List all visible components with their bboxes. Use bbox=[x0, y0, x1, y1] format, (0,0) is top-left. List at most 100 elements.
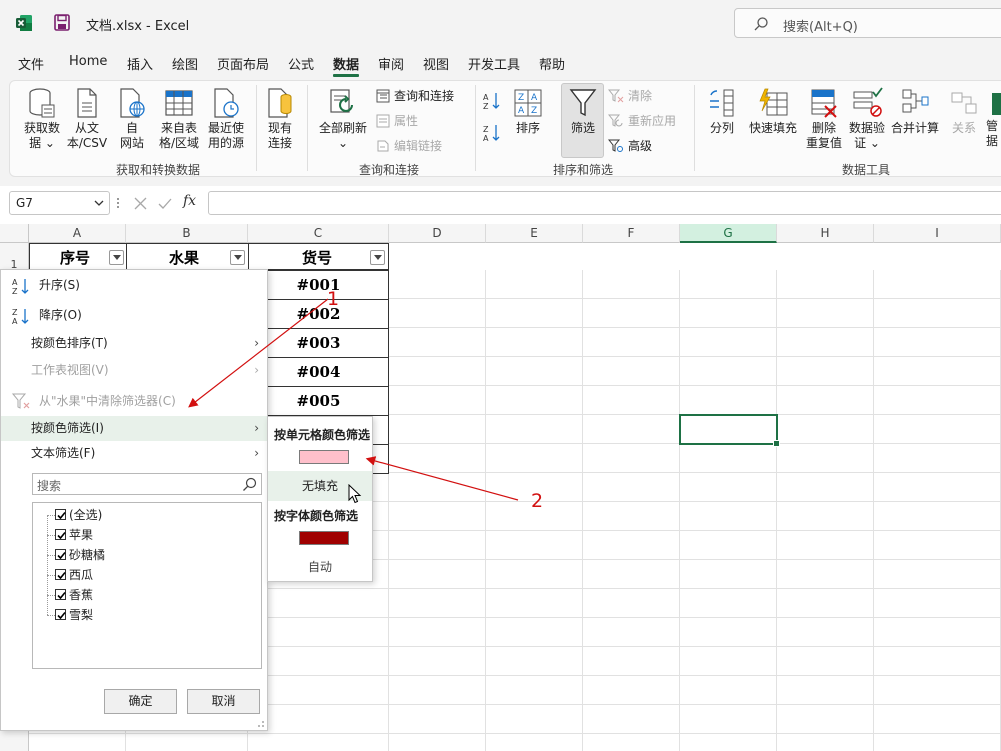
grid-cell[interactable] bbox=[389, 560, 486, 589]
column-header-a[interactable]: A bbox=[29, 224, 126, 243]
column-header-c[interactable]: C bbox=[248, 224, 389, 243]
grid-cell[interactable] bbox=[126, 734, 248, 751]
grid-cell[interactable] bbox=[248, 647, 389, 676]
column-header-e[interactable]: E bbox=[486, 224, 583, 243]
text-to-columns-button[interactable]: 分列 bbox=[702, 87, 742, 136]
grid-cell[interactable] bbox=[680, 328, 777, 357]
grid-cell[interactable] bbox=[389, 589, 486, 618]
grid-cell[interactable] bbox=[486, 618, 583, 647]
from-web-button[interactable]: 自 网站 bbox=[112, 87, 152, 151]
filter-values-list[interactable]: (全选) 苹果 砂糖橘 西瓜 香蕉 雪梨 bbox=[32, 502, 262, 669]
checkbox-checked[interactable] bbox=[55, 589, 66, 600]
grid-cell[interactable] bbox=[248, 618, 389, 647]
manage-data-model-button[interactable]: 管 据 bbox=[986, 87, 1001, 149]
grid-cell[interactable] bbox=[874, 444, 1001, 473]
grid-cell[interactable] bbox=[583, 618, 680, 647]
grid-cell[interactable] bbox=[486, 444, 583, 473]
grid-cell[interactable] bbox=[874, 705, 1001, 734]
grid-cell[interactable] bbox=[680, 589, 777, 618]
grid-cell[interactable] bbox=[583, 299, 680, 328]
sort-za-button[interactable]: ZA bbox=[481, 123, 503, 145]
cancel-icon[interactable] bbox=[134, 197, 147, 210]
select-all-corner[interactable] bbox=[0, 224, 29, 243]
grid-cell[interactable] bbox=[389, 502, 486, 531]
grid-cell[interactable] bbox=[248, 676, 389, 705]
grid-cell[interactable] bbox=[389, 270, 486, 299]
sort-ascending-item[interactable]: AZ 升序(S) bbox=[1, 273, 267, 298]
table-cell-c4[interactable]: #003 bbox=[248, 328, 389, 358]
grid-cell[interactable] bbox=[874, 647, 1001, 676]
remove-duplicates-button[interactable]: 删除 重复值 bbox=[802, 87, 846, 151]
grid-cell[interactable] bbox=[486, 386, 583, 415]
dark-red-font-swatch[interactable] bbox=[299, 531, 349, 545]
sort-button[interactable]: ZAAZ 排序 bbox=[510, 87, 546, 136]
grid-cell[interactable] bbox=[583, 386, 680, 415]
active-cell-g7[interactable] bbox=[679, 414, 780, 447]
consolidate-button[interactable]: 合并计算 bbox=[888, 87, 942, 136]
row-header-1[interactable]: 1 bbox=[0, 243, 29, 271]
advanced-filter-button[interactable]: 高级 bbox=[607, 137, 652, 155]
grid-cell[interactable] bbox=[583, 734, 680, 751]
grid-cell[interactable] bbox=[777, 386, 874, 415]
table-cell-c2[interactable]: #001 bbox=[248, 270, 389, 300]
grid-cell[interactable] bbox=[486, 357, 583, 386]
column-header-d[interactable]: D bbox=[389, 224, 486, 243]
grid-cell[interactable] bbox=[486, 647, 583, 676]
checkbox-checked[interactable] bbox=[55, 509, 66, 520]
grid-cell[interactable] bbox=[874, 531, 1001, 560]
existing-connections-button[interactable]: 现有 连接 bbox=[260, 87, 300, 151]
grid-cell[interactable] bbox=[389, 386, 486, 415]
pink-fill-swatch[interactable] bbox=[299, 450, 349, 464]
sort-by-color-item[interactable]: 按颜色排序(T) › bbox=[1, 331, 267, 356]
resize-grip-icon[interactable] bbox=[257, 720, 265, 728]
grid-cell[interactable] bbox=[389, 705, 486, 734]
clear-filter-item[interactable]: 从"水果"中清除筛选器(C) bbox=[1, 389, 267, 414]
grid-cell[interactable] bbox=[777, 473, 874, 502]
grid-cell[interactable] bbox=[874, 386, 1001, 415]
from-text-button[interactable]: 从文 本/CSV bbox=[65, 87, 109, 151]
tab-home[interactable]: Home bbox=[69, 54, 107, 69]
edit-links-button[interactable]: 编辑链接 bbox=[376, 137, 442, 155]
checkbox-checked[interactable] bbox=[55, 549, 66, 560]
table-cell-c6[interactable]: #005 bbox=[248, 386, 389, 416]
grid-cell[interactable] bbox=[389, 647, 486, 676]
automatic-font-option[interactable]: 自动 bbox=[268, 557, 372, 577]
grid-cell[interactable] bbox=[777, 299, 874, 328]
tab-file[interactable]: 文件 bbox=[18, 54, 44, 73]
grid-cell[interactable] bbox=[777, 647, 874, 676]
filter-dropdown-arrow-goods-id[interactable] bbox=[370, 250, 385, 265]
grid-cell[interactable] bbox=[248, 705, 389, 734]
name-box[interactable]: G7 bbox=[9, 191, 110, 215]
grid-cell[interactable] bbox=[777, 502, 874, 531]
filter-button[interactable]: 筛选 bbox=[562, 87, 604, 136]
grid-cell[interactable] bbox=[583, 705, 680, 734]
filter-dropdown-arrow-fruit[interactable] bbox=[230, 250, 245, 265]
grid-cell[interactable] bbox=[777, 560, 874, 589]
grid-cell[interactable] bbox=[680, 444, 777, 473]
grid-cell[interactable] bbox=[680, 473, 777, 502]
insert-function-button[interactable]: fx bbox=[183, 193, 196, 209]
sheet-view-item[interactable]: 工作表视图(V) › bbox=[1, 358, 267, 383]
table-cell-c5[interactable]: #004 bbox=[248, 357, 389, 387]
formula-input[interactable] bbox=[208, 191, 1001, 215]
grid-cell[interactable] bbox=[486, 531, 583, 560]
grid-cell[interactable] bbox=[389, 357, 486, 386]
refresh-all-button[interactable]: 全部刷新 ⌄ bbox=[315, 87, 371, 151]
grid-cell[interactable] bbox=[874, 502, 1001, 531]
reapply-button[interactable]: 重新应用 bbox=[607, 112, 676, 130]
grid-cell[interactable] bbox=[389, 618, 486, 647]
from-table-button[interactable]: 来自表 格/区域 bbox=[155, 87, 203, 151]
table-cell-c3[interactable]: #002 bbox=[248, 299, 389, 329]
grid-cell[interactable] bbox=[583, 415, 680, 444]
checkbox-checked[interactable] bbox=[55, 569, 66, 580]
tab-view[interactable]: 视图 bbox=[423, 54, 449, 73]
grid-cell[interactable] bbox=[777, 618, 874, 647]
checkbox-checked[interactable] bbox=[55, 529, 66, 540]
sort-az-button[interactable]: AZ bbox=[481, 91, 503, 113]
column-header-f[interactable]: F bbox=[583, 224, 680, 243]
tab-page-layout[interactable]: 页面布局 bbox=[217, 54, 269, 73]
relationships-button[interactable]: 关系 bbox=[944, 87, 984, 136]
grid-cell[interactable] bbox=[680, 618, 777, 647]
grid-cell[interactable] bbox=[486, 560, 583, 589]
clear-filter-button[interactable]: 清除 bbox=[607, 87, 652, 105]
